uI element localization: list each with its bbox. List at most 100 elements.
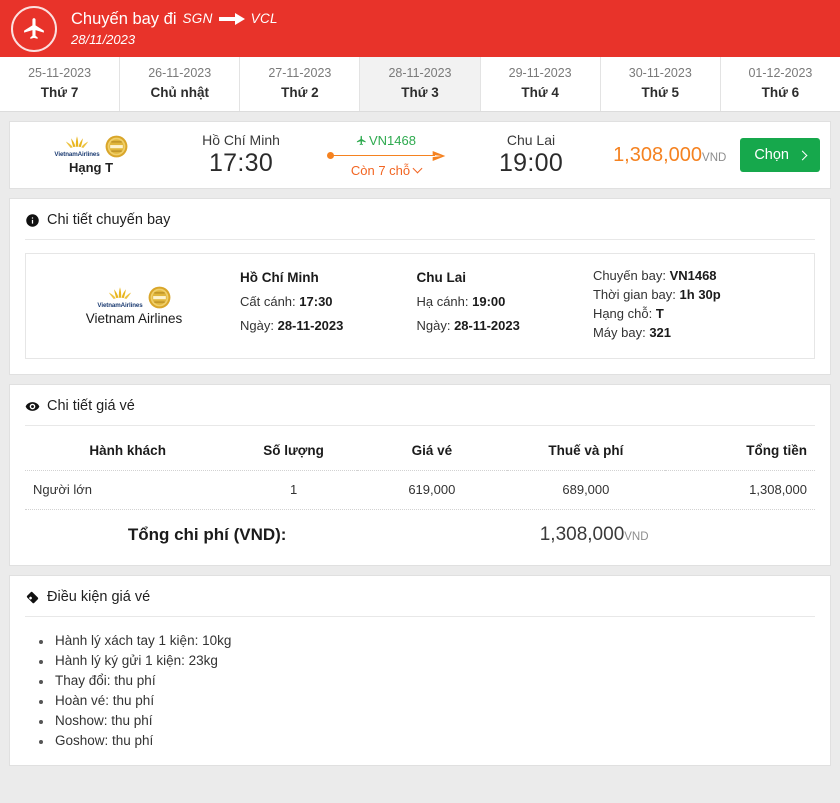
fare-conditions-heading: Điều kiện giá vé: [25, 589, 815, 617]
date-tab-day: Thứ 7: [40, 85, 79, 100]
flight-detail-card: Chi tiết chuyến bay VietnamAirlines Viet…: [9, 198, 831, 375]
date-tab-date: 30-11-2023: [628, 66, 692, 80]
list-item: Hành lý ký gửi 1 kiện: 23kg: [39, 650, 815, 670]
detail-duration-label: Thời gian bay:: [592, 287, 676, 302]
flight-detail-heading: Chi tiết chuyến bay: [25, 212, 815, 240]
detail-flight-value: VN1468: [669, 268, 717, 283]
date-tab-6[interactable]: 01-12-2023 Thứ 6: [721, 57, 840, 111]
grand-total-currency: VND: [624, 531, 649, 543]
price-detail-card: Chi tiết giá vé Hành khách Số lượng Giá …: [9, 384, 831, 566]
column-header-passenger: Hành khách: [25, 439, 231, 471]
date-tab-date: 25-11-2023: [28, 66, 92, 80]
date-tab-day: Thứ 6: [761, 85, 800, 100]
airline-wordmark: VietnamAirlines: [97, 302, 143, 309]
list-item: Goshow: thu phí: [39, 730, 815, 750]
date-tab-0[interactable]: 25-11-2023 Thứ 7: [0, 57, 121, 111]
departure-time: 17:30: [208, 149, 274, 177]
seats-remaining-label: Còn 7 chỗ: [350, 162, 411, 178]
date-tab-day: Chủ nhật: [150, 85, 209, 100]
date-tab-3-selected[interactable]: 28-11-2023 Thứ 3: [360, 57, 481, 111]
detail-arrival-block: Chu Lai Hạ cánh: 19:00 Ngày: 28-11-2023: [410, 270, 586, 342]
date-tab-1[interactable]: 26-11-2023 Chủ nhật: [120, 57, 241, 111]
fare-conditions-card: Điều kiện giá vé Hành lý xách tay 1 kiện…: [9, 575, 831, 766]
flight-result-card[interactable]: VietnamAirlines Hạng T Hồ Chí Minh 17:30: [9, 121, 831, 189]
vietnam-airlines-lotus-icon: VietnamAirlines: [54, 135, 100, 158]
detail-departure-date-label: Ngày:: [240, 318, 274, 333]
column-header-total: Tổng tiền: [664, 439, 815, 471]
list-item: Hành lý xách tay 1 kiện: 10kg: [39, 630, 815, 650]
list-item: Thay đổi: thu phí: [39, 670, 815, 690]
date-tab-date: 28-11-2023: [388, 66, 452, 80]
column-header-tax: Thuế và phí: [506, 439, 665, 471]
choose-button-label: Chọn: [754, 147, 789, 163]
list-item: Hoàn vé: thu phí: [39, 690, 815, 710]
route-column: VN1468 Còn 7 chỗ: [316, 133, 456, 178]
cell-total: 1,308,000: [749, 482, 807, 497]
arrival-city: Chu Lai: [506, 132, 556, 148]
date-tab-4[interactable]: 29-11-2023 Thứ 4: [481, 57, 601, 111]
grand-total-value: 1,308,000: [539, 524, 625, 545]
seats-remaining-toggle[interactable]: Còn 7 chỗ: [316, 163, 456, 178]
grand-total-label: Tổng chi phí (VND):: [127, 525, 287, 544]
detail-airline-block: VietnamAirlines Vietnam Airlines: [34, 286, 234, 326]
header-text-block: Chuyến bay đi SGN VCL 28/11/2023: [71, 9, 278, 48]
date-tab-day: Thứ 2: [281, 85, 319, 100]
fare-conditions-title: Điều kiện giá vé: [47, 589, 151, 605]
date-tab-date: 29-11-2023: [508, 66, 572, 80]
airline-column: VietnamAirlines Hạng T: [16, 135, 166, 175]
gold-award-badge-icon: [148, 286, 171, 309]
grand-total-row: Tổng chi phí (VND): 1,308,000VND: [25, 509, 815, 550]
flight-price-currency: VND: [702, 151, 727, 164]
chevron-down-icon: [412, 163, 423, 174]
flight-detail-box: VietnamAirlines Vietnam Airlines Hồ Chí …: [25, 253, 815, 359]
cell-tax: 689,000: [562, 482, 610, 497]
fare-conditions-list: Hành lý xách tay 1 kiện: 10kg Hành lý ký…: [25, 630, 815, 750]
detail-departure-city: Hồ Chí Minh: [240, 270, 319, 285]
grand-total-value-group: 1,308,000VND: [381, 524, 807, 546]
detail-duration-value: 1h 30p: [679, 287, 721, 302]
airline-wordmark: VietnamAirlines: [54, 151, 100, 158]
arrow-right-icon: [218, 13, 245, 26]
eye-icon: [25, 401, 40, 411]
airplane-arrow-icon: [432, 150, 446, 161]
airplane-small-icon: [356, 135, 366, 145]
date-tab-day: Thứ 5: [641, 85, 680, 100]
detail-airline-name: Vietnam Airlines: [85, 311, 183, 326]
detail-departure-block: Hồ Chí Minh Cất cánh: 17:30 Ngày: 28-11-…: [234, 270, 410, 342]
flight-price: 1,308,000: [613, 143, 703, 166]
destination-code: VCL: [250, 10, 278, 26]
airplane-icon: [11, 5, 57, 52]
detail-aircraft-value: 321: [649, 325, 672, 340]
cell-fare: 619,000: [408, 482, 456, 497]
route-bar: [331, 154, 435, 157]
price-column: 1,308,000VND: [606, 144, 740, 167]
arrival-time: 19:00: [498, 149, 564, 177]
price-detail-heading: Chi tiết giá vé: [25, 398, 815, 426]
date-tab-2[interactable]: 27-11-2023 Thứ 2: [240, 57, 361, 111]
vietnam-airlines-lotus-icon: VietnamAirlines: [97, 286, 143, 309]
arrival-column: Chu Lai 19:00: [456, 132, 606, 178]
page-header: Chuyến bay đi SGN VCL 28/11/2023: [0, 0, 840, 57]
date-tab-date: 01-12-2023: [748, 66, 813, 80]
info-circle-icon: [26, 213, 39, 227]
column-header-quantity: Số lượng: [230, 439, 357, 471]
cell-quantity: 1: [289, 482, 298, 497]
detail-arrival-date: 28-11-2023: [454, 318, 520, 333]
date-tab-strip[interactable]: 25-11-2023 Thứ 7 26-11-2023 Chủ nhật 27-…: [0, 57, 840, 112]
detail-info-block: Chuyến bay: VN1468 Thời gian bay: 1h 30p…: [587, 268, 806, 344]
flight-detail-title: Chi tiết chuyến bay: [47, 212, 171, 228]
route-line-graphic: [327, 149, 446, 163]
origin-code: SGN: [182, 10, 213, 26]
detail-class-value: T: [655, 306, 664, 321]
page-title: Chuyến bay đi: [71, 10, 177, 29]
detail-arrival-city: Chu Lai: [416, 270, 466, 285]
detail-arrival-time: 19:00: [472, 294, 506, 309]
departure-column: Hồ Chí Minh 17:30: [166, 132, 316, 178]
detail-departure-time: 17:30: [299, 294, 333, 309]
choose-flight-button[interactable]: Chọn: [740, 138, 820, 172]
date-tab-5[interactable]: 30-11-2023 Thứ 5: [601, 57, 721, 111]
cell-passenger: Người lớn: [33, 482, 92, 497]
flight-number: VN1468: [369, 132, 416, 148]
gold-award-badge-icon: [105, 135, 128, 158]
detail-class-label: Hạng chỗ:: [592, 306, 653, 321]
